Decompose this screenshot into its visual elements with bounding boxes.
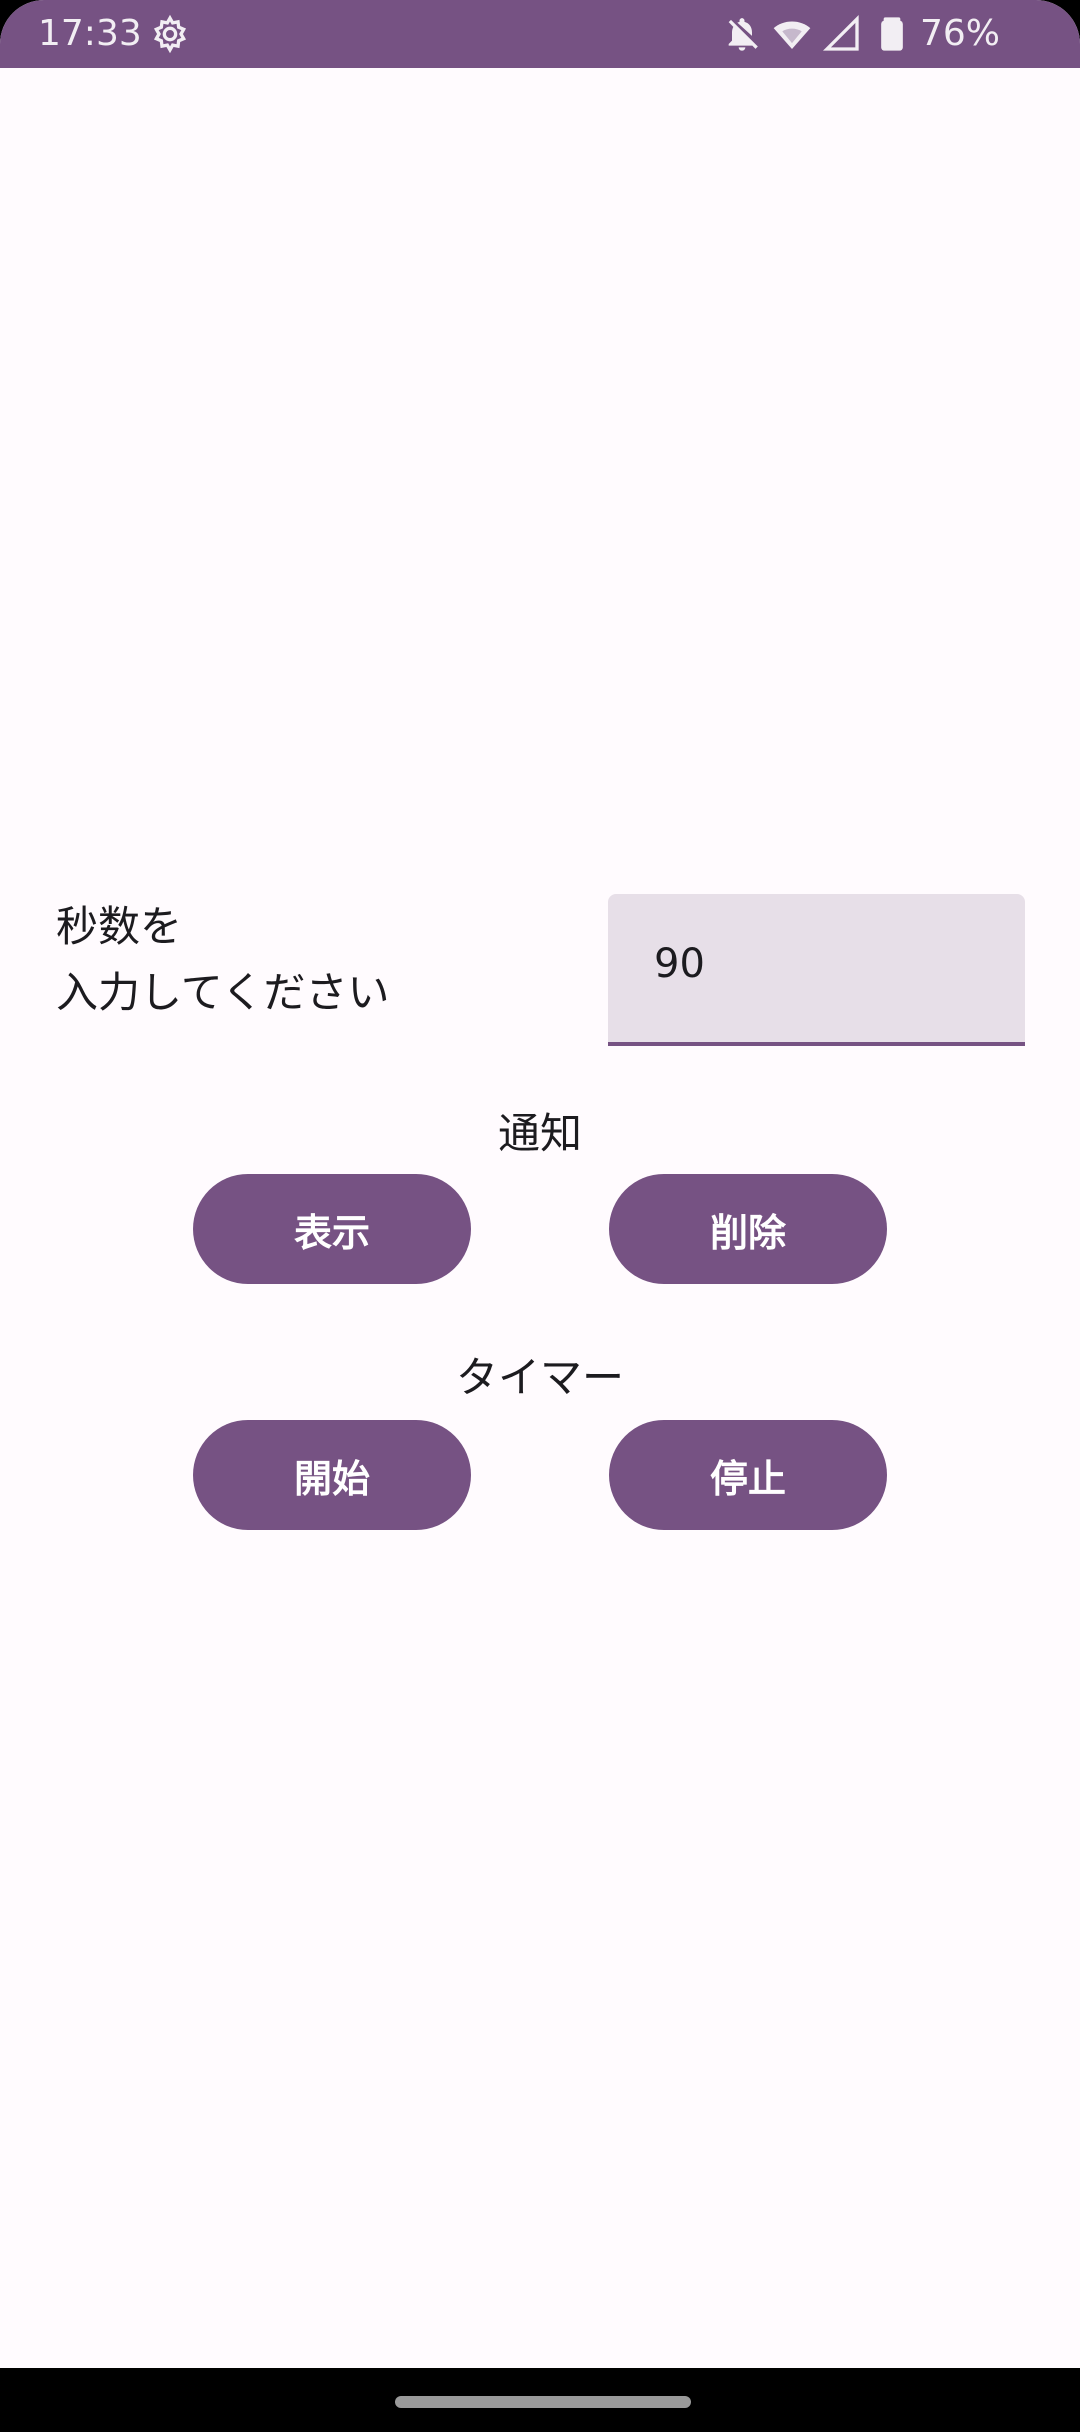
battery-icon	[881, 17, 903, 51]
start-timer-button[interactable]: 開始	[193, 1420, 471, 1530]
gesture-nav-handle[interactable]	[395, 2396, 691, 2408]
app-screen: 17:33 76% 秒数を 入力してください 90 通知 表示 削除 タイマー …	[0, 0, 1080, 2368]
signal-icon	[822, 14, 859, 51]
settings-icon	[153, 14, 187, 54]
battery-percent: 76%	[919, 13, 1000, 54]
status-icons: 76%	[712, 12, 1000, 56]
show-notification-button[interactable]: 表示	[193, 1174, 471, 1284]
prompt-line-1: 秒数を	[56, 902, 183, 951]
delete-notification-button[interactable]: 削除	[609, 1174, 887, 1284]
prompt-line-2: 入力してください	[56, 968, 390, 1017]
bell-off-icon	[728, 18, 758, 51]
seconds-input[interactable]	[654, 934, 994, 994]
notification-label: 通知	[497, 1109, 582, 1158]
seconds-prompt: 秒数を 入力してください	[56, 894, 389, 1026]
status-bar: 17:33 76%	[0, 0, 1080, 68]
timer-label: タイマー	[455, 1353, 624, 1402]
seconds-field[interactable]	[608, 894, 1025, 1046]
status-time: 17:33	[38, 13, 142, 54]
stop-timer-button[interactable]: 停止	[609, 1420, 887, 1530]
wifi-icon	[773, 21, 811, 49]
